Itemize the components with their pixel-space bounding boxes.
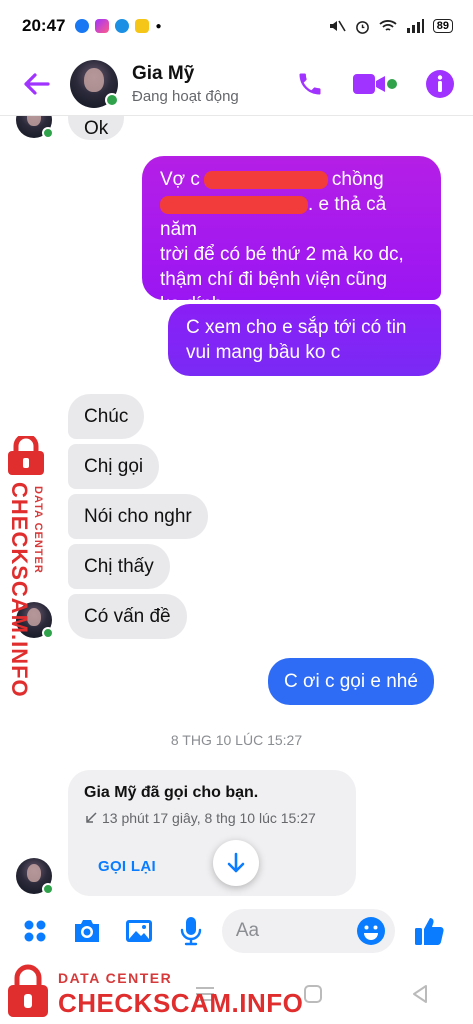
lock-logo-icon bbox=[8, 964, 48, 1017]
message-text: C ơi c gọi e nhé bbox=[284, 671, 418, 692]
message-incoming[interactable]: Có vấn đề bbox=[68, 594, 187, 639]
watermark-bottom: DATA CENTER CHECKSCAM.INFO bbox=[6, 960, 306, 1022]
more-actions-button[interactable] bbox=[18, 913, 53, 949]
message-text: Nói cho nghr bbox=[84, 506, 192, 527]
contact-status: Đang hoạt động bbox=[132, 87, 239, 105]
message-outgoing[interactable]: C ơi c gọi e nhé bbox=[268, 658, 434, 705]
message-text: C xem cho e sắp tới có tin bbox=[186, 317, 407, 338]
image-icon bbox=[126, 920, 153, 942]
message-list[interactable]: Ok Vợ c chồng . e thả cả năm trời để có b… bbox=[0, 116, 473, 898]
message-timestamp: 8 THG 10 LÚC 15:27 bbox=[170, 732, 303, 748]
more-dot-icon: ● bbox=[155, 20, 162, 32]
online-indicator bbox=[42, 883, 54, 895]
call-title: Gia Mỹ đã gọi cho bạn. bbox=[84, 784, 259, 801]
missed-call-card[interactable]: Gia Mỹ đã gọi cho bạn. 13 phút 17 giây, … bbox=[68, 770, 356, 896]
message-text: trời để có bé thứ 2 mà ko dc, bbox=[160, 244, 404, 265]
alarm-icon bbox=[355, 20, 369, 34]
status-time: 20:47 bbox=[22, 16, 66, 35]
call-back-button[interactable]: GỌI LẠI bbox=[98, 858, 156, 875]
message-text: Chị gọi bbox=[84, 456, 144, 477]
thumbs-up-icon bbox=[414, 918, 444, 945]
contact-name: Gia Mỹ bbox=[132, 62, 195, 84]
camera-button[interactable] bbox=[70, 913, 105, 949]
back-nav-icon[interactable] bbox=[410, 984, 430, 1004]
message-incoming[interactable]: Chúc bbox=[68, 394, 145, 439]
message-outgoing[interactable]: Vợ c chồng . e thả cả năm trời để có bé t… bbox=[142, 156, 441, 315]
call-duration: 13 phút 17 giây, 8 thg 10 lúc 15:27 bbox=[102, 810, 316, 826]
call-detail: 13 phút 17 giây, 8 thg 10 lúc 15:27 bbox=[84, 810, 340, 826]
info-button[interactable] bbox=[421, 65, 459, 103]
message-text: Chúc bbox=[84, 406, 129, 427]
app-icon-yellow bbox=[135, 19, 150, 33]
message-outgoing[interactable]: C xem cho e sắp tới có tin vui mang bầu … bbox=[168, 304, 441, 376]
message-composer: Aa bbox=[0, 898, 473, 964]
message-text: chồng bbox=[331, 169, 384, 190]
grid-dots-icon bbox=[24, 920, 46, 942]
redaction-mark bbox=[160, 195, 308, 214]
chat-header: Gia Mỹ Đang hoạt động bbox=[0, 52, 473, 116]
incoming-call-arrow-icon bbox=[86, 812, 97, 823]
voice-message-button[interactable] bbox=[174, 913, 209, 949]
message-incoming[interactable]: Chị thấy bbox=[68, 544, 170, 589]
watermark-large-text: CHECKSCAM.INFO bbox=[58, 988, 304, 1018]
sender-avatar bbox=[16, 116, 54, 139]
message-text: Vợ c bbox=[160, 169, 200, 190]
gallery-button[interactable] bbox=[122, 913, 157, 949]
online-indicator bbox=[42, 127, 54, 139]
battery-indicator: 89 bbox=[432, 19, 453, 33]
voice-call-button[interactable] bbox=[291, 65, 329, 103]
app-icon bbox=[115, 19, 130, 33]
status-bar: 20:47 ● 89 bbox=[0, 0, 473, 52]
watermark-large-text: CHECKSCAM.INFO bbox=[7, 482, 32, 698]
back-arrow-icon bbox=[24, 72, 50, 95]
message-input-placeholder: Aa bbox=[235, 920, 260, 941]
contact-avatar[interactable] bbox=[70, 59, 119, 108]
back-button[interactable] bbox=[16, 64, 56, 104]
emoji-icon bbox=[357, 917, 386, 945]
redaction-mark bbox=[203, 170, 328, 189]
video-call-button[interactable] bbox=[351, 65, 399, 103]
message-text: thậm chí đi bệnh viện cũng bbox=[160, 269, 388, 290]
lock-logo-icon bbox=[8, 436, 44, 475]
contact-info[interactable]: Gia Mỹ Đang hoạt động bbox=[132, 63, 291, 105]
microphone-icon bbox=[181, 917, 202, 946]
message-text: Chị thấy bbox=[84, 556, 154, 577]
signal-icon bbox=[406, 19, 424, 33]
arrow-down-icon bbox=[227, 852, 245, 873]
message-input[interactable]: Aa bbox=[221, 909, 396, 953]
sender-avatar bbox=[16, 858, 54, 895]
message-incoming[interactable]: Ok bbox=[68, 116, 125, 140]
message-text: vui mang bầu ko c bbox=[186, 342, 341, 363]
mute-icon bbox=[329, 20, 346, 32]
like-button[interactable] bbox=[411, 913, 446, 949]
video-camera-icon bbox=[353, 73, 397, 94]
info-icon bbox=[426, 69, 454, 98]
watermark-small-text: DATA CENTER bbox=[58, 970, 173, 986]
facebook-icon bbox=[75, 19, 90, 33]
scroll-to-bottom-button[interactable] bbox=[213, 840, 259, 886]
messenger-icon bbox=[95, 19, 110, 33]
camera-icon bbox=[75, 920, 100, 942]
emoji-button[interactable] bbox=[356, 916, 386, 952]
message-incoming[interactable]: Chị gọi bbox=[68, 444, 160, 489]
wifi-icon bbox=[379, 20, 397, 31]
watermark-side: DATA CENTER CHECKSCAM.INFO bbox=[4, 436, 54, 698]
watermark-small-text: DATA CENTER bbox=[32, 486, 44, 574]
system-icons: 89 bbox=[328, 19, 453, 34]
message-incoming[interactable]: Nói cho nghr bbox=[68, 494, 208, 539]
phone-icon bbox=[299, 73, 321, 94]
online-indicator bbox=[105, 92, 119, 107]
notification-icons: ● bbox=[75, 19, 162, 33]
message-text: Ok bbox=[84, 118, 109, 139]
message-text: Có vấn đề bbox=[84, 606, 171, 627]
